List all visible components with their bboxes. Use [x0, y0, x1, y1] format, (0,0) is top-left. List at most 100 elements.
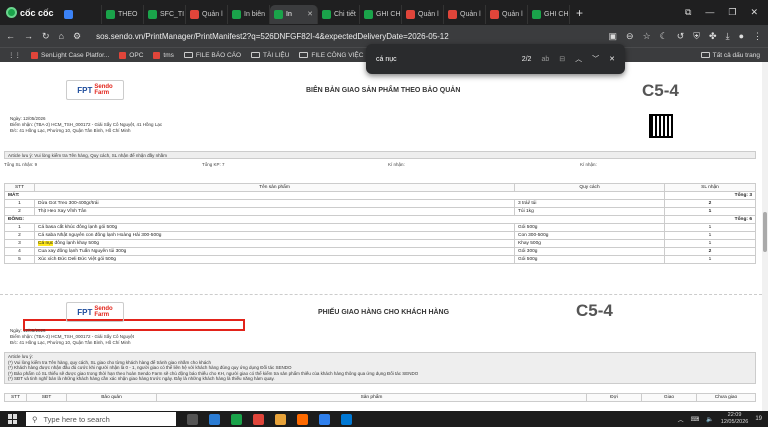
summary-sign-1: Kí nhận: [388, 162, 405, 167]
network-icon[interactable]: ⌨ [691, 416, 700, 423]
reload-icon[interactable]: ↻ [42, 31, 50, 42]
home-icon[interactable]: ⌂ [59, 31, 64, 41]
coccoc-taskbar-icon[interactable] [231, 413, 242, 425]
bookmark-folder[interactable]: FILE BÁO CÁO [183, 52, 241, 59]
browser-tab[interactable] [60, 4, 102, 24]
browser-tab[interactable]: Quản l [486, 4, 528, 24]
cell-name: Cá basa cắt khúc đông lạnh gói 500g [34, 223, 515, 232]
tab-favicon-icon [274, 9, 283, 19]
notification-icon[interactable]: 19 [755, 416, 762, 422]
volume-icon[interactable]: 🔈 [706, 416, 713, 423]
match-case-toggle[interactable]: ab [541, 56, 549, 63]
group-row: ĐÔNG: Tổng: 6 [4, 215, 756, 224]
tab-favicon-icon [106, 9, 115, 19]
doc1-table: STT Tên sản phẩm Quy cách SL nhận MÁT: Tổ… [4, 183, 756, 264]
table-row: 4 Cua xay đông lạnh Tuấn Nguyên túi 300g G… [4, 247, 756, 256]
tab-favicon-icon [148, 9, 157, 19]
bookmark-item[interactable]: tms [153, 51, 174, 59]
extension-icon[interactable]: ✤ [709, 31, 717, 42]
mail-icon[interactable] [209, 413, 220, 425]
tab-search-icon[interactable]: ⧉ [685, 7, 691, 18]
doc1-note: Article lưu ý: Vui lòng kiểm tra Tên hàn… [4, 151, 756, 159]
fpt-sendo-logo: FPT Sendo Farm [66, 302, 124, 322]
apps-icon[interactable]: ⋮⋮ [8, 51, 21, 59]
tab-label: Quản l [502, 10, 523, 18]
translate-icon[interactable]: ▣ [609, 31, 618, 42]
scrollbar-thumb[interactable] [763, 212, 767, 252]
back-icon[interactable]: ← [6, 31, 15, 41]
night-mode-icon[interactable]: ☾ [660, 31, 668, 42]
group-name: MÁT: [4, 191, 665, 200]
folder-icon [700, 52, 710, 58]
wps-icon[interactable] [253, 413, 264, 425]
find-next-icon[interactable]: ﹀ [592, 54, 599, 64]
browser-tab[interactable]: In biên [228, 4, 270, 24]
browser-tab[interactable]: Quản l [402, 4, 444, 24]
browser-tab[interactable]: GHI CH [360, 4, 402, 24]
all-bookmarks[interactable]: Tất cả dấu trang [700, 52, 768, 59]
zoom-icon[interactable]: ⊖ [626, 31, 634, 42]
page-scrollbar[interactable] [762, 62, 768, 411]
windows-start-icon[interactable] [8, 414, 18, 424]
browser-tab[interactable]: Chi tiết [318, 4, 360, 24]
bookmark-star-icon[interactable]: ☆ [643, 31, 651, 42]
folder-taskbar-icon[interactable] [275, 413, 286, 425]
clock[interactable]: 22:09 12/05/2026 [721, 412, 749, 426]
maximize-button[interactable]: ❐ [728, 7, 736, 18]
table-row: 5 Xúc xích Đức Deli Đức Việt gói 500g Gói … [4, 255, 756, 264]
note-line: (*) SĐT và tinh nghĩ bán là những khách … [8, 376, 275, 382]
zalo-icon[interactable] [319, 413, 330, 425]
browser-tab[interactable]: GHI CH [528, 4, 570, 24]
task-view-icon[interactable] [187, 413, 198, 425]
print-page: FPT Sendo Farm BIÊN BẢN GIAO SẢN PHẨM THEO… [0, 62, 762, 411]
find-input[interactable]: cá nục [376, 56, 512, 63]
bookmark-label: FILE CÔNG VIỆC [311, 51, 364, 59]
cell-stt: 3 [4, 239, 35, 248]
chat-icon[interactable] [341, 413, 352, 425]
group-name: ĐÔNG: [4, 215, 665, 224]
qr-code [649, 114, 673, 138]
bookmark-item[interactable]: SenLight Case Platfor... [31, 51, 109, 59]
cell-spec: Gói 300g [514, 247, 665, 256]
summary-sign-2: Kí nhận: [580, 162, 597, 167]
window-controls: ⧉ — ❐ ✕ [685, 7, 768, 18]
browser-tab[interactable]: In ✕ [270, 4, 318, 24]
menu-icon[interactable]: ⋮ [753, 31, 762, 42]
doc1-address: Đ/c: 41 Hồng Lạc, Phường 10, Quận Tân Bì… [10, 128, 131, 133]
browser-tab[interactable]: Quản l [186, 4, 228, 24]
browser-tab[interactable]: Quản l [444, 4, 486, 24]
app-taskbar-icon[interactable] [297, 413, 308, 425]
bookmark-item[interactable]: OPC [119, 51, 143, 59]
minimize-button[interactable]: — [705, 7, 714, 18]
browser-tab[interactable]: SFC_TI [144, 4, 186, 24]
site-info-icon[interactable]: ⚙ [73, 31, 81, 42]
col-spec: Quy cách [514, 183, 665, 192]
new-tab-button[interactable]: + [570, 6, 589, 20]
tab-favicon-icon [406, 9, 415, 19]
shield-icon[interactable]: ⛨ [693, 31, 700, 42]
download-icon[interactable]: ⤓ [726, 31, 730, 42]
cell-stt: 2 [4, 231, 35, 240]
forward-icon[interactable]: → [24, 31, 33, 41]
group-total: Tổng: 6 [664, 215, 756, 224]
whole-word-icon[interactable]: ⊟ [559, 55, 565, 63]
browser-brand[interactable]: cốc cốc [0, 0, 60, 25]
profile-icon[interactable]: ● [739, 31, 744, 41]
cell-qty: 2 [664, 199, 756, 208]
find-prev-icon[interactable]: ︿ [575, 54, 582, 64]
tray-chevron-icon[interactable]: ︿ [678, 415, 684, 424]
sync-icon[interactable]: ↺ [677, 31, 685, 42]
close-window-button[interactable]: ✕ [750, 7, 758, 18]
group-row: MÁT: Tổng: 3 [4, 191, 756, 200]
browser-tab[interactable]: THEO [102, 4, 144, 24]
brand-name: cốc cốc [20, 7, 54, 18]
tab-favicon-icon [532, 9, 541, 19]
url-field[interactable]: sos.sendo.vn/PrintManager/PrintManifest2… [96, 32, 449, 41]
bookmark-folder[interactable]: TÀI LIỆU [251, 52, 289, 59]
taskbar-search[interactable]: ⚲ Type here to search [26, 412, 176, 426]
tab-close-icon[interactable]: ✕ [307, 10, 313, 18]
bookmark-folder[interactable]: FILE CÔNG VIỆC [299, 52, 363, 59]
cell-spec: 3 trái/ túi [514, 199, 665, 208]
tab-favicon-icon [490, 9, 499, 19]
find-close-icon[interactable]: ✕ [609, 55, 615, 63]
